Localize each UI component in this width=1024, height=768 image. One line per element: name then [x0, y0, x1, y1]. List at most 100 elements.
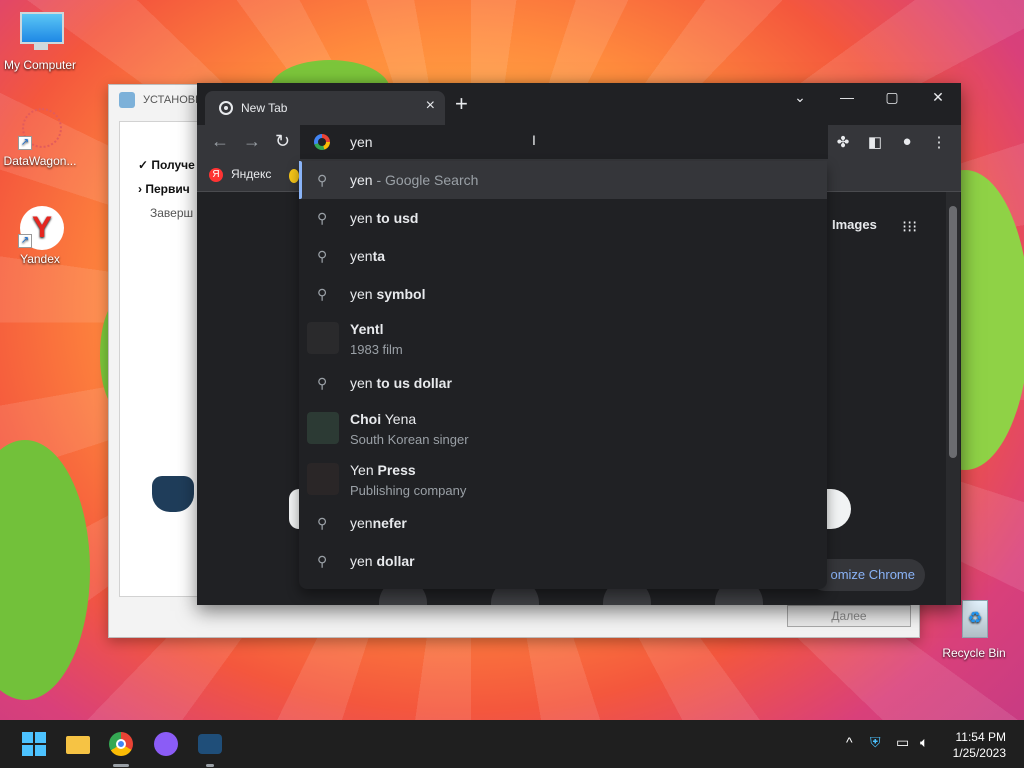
- suggestion-completion: Press: [377, 462, 416, 478]
- monitor-icon: [18, 10, 64, 54]
- omnibox-input[interactable]: yen: [350, 134, 373, 150]
- installer-step-label: Получе: [151, 158, 195, 172]
- entity-thumbnail: [307, 463, 339, 495]
- suggestion-item[interactable]: ⚲ yen - Google Search: [299, 161, 827, 199]
- desktop-icon-label: Yandex: [20, 252, 60, 266]
- suggestion-hint: - Google Search: [372, 172, 479, 188]
- suggestion-item-entity[interactable]: Yen Press Publishing company: [299, 454, 827, 504]
- network-icon[interactable]: ▭: [896, 734, 909, 751]
- suggestion-item[interactable]: ⚲ yen to usd: [299, 199, 827, 237]
- bookmark-yandex[interactable]: Я Яндекс: [209, 167, 271, 182]
- suggestion-text: yen: [350, 515, 373, 531]
- alice-assistant-icon[interactable]: [152, 730, 180, 758]
- next-button[interactable]: Далее: [787, 605, 911, 627]
- images-link[interactable]: Images: [832, 217, 877, 232]
- suggestion-completion: nefer: [372, 515, 407, 531]
- suggestion-item[interactable]: ⚲ yenta: [299, 237, 827, 275]
- suggestion-item-entity[interactable]: Choi Yena South Korean singer: [299, 403, 827, 453]
- installer-step-label: Заверш: [150, 206, 194, 220]
- suggestion-item[interactable]: ⚲ yen symbol: [299, 275, 827, 313]
- maximize-button[interactable]: ▢: [877, 89, 907, 106]
- show-hidden-icons-chevron-icon[interactable]: ^: [846, 734, 853, 750]
- new-tab-button[interactable]: +: [455, 93, 468, 115]
- chrome-favicon-icon: [219, 101, 233, 115]
- suggestion-text: yen: [350, 172, 373, 188]
- volume-icon[interactable]: 🔈︎: [920, 734, 928, 751]
- installer-step-label: Первич: [145, 182, 190, 196]
- omnibox-suggestions: ⚲ yen - Google Search ⚲ yen to usd ⚲ yen…: [299, 161, 827, 589]
- windows-start-icon[interactable]: [20, 730, 48, 758]
- desktop-icon-label: Recycle Bin: [942, 646, 1006, 660]
- reload-icon[interactable]: ↻: [275, 131, 290, 152]
- omnibox[interactable]: yen I: [300, 125, 828, 159]
- search-icon: ⚲: [317, 553, 328, 569]
- scrollbar[interactable]: [946, 192, 960, 605]
- search-icon: ⚲: [317, 375, 328, 391]
- suggestion-completion: dollar: [372, 553, 415, 569]
- searchbox-edge-left: [289, 489, 299, 529]
- suggestion-item[interactable]: ⚲ yen dollar: [299, 542, 827, 580]
- search-icon: ⚲: [317, 172, 328, 188]
- bookmark-label: Яндекс: [231, 167, 272, 181]
- suggestion-text: yen: [350, 248, 373, 264]
- installer-taskbar-icon[interactable]: [196, 730, 224, 767]
- suggestion-subtitle: 1983 film: [350, 342, 403, 357]
- suggestion-text: Yen: [350, 321, 375, 337]
- clock-time: 11:54 PM: [955, 730, 1006, 744]
- taskbar: ^ ⛨ ▭ 🔈︎ 11:54 PM 1/25/2023: [0, 720, 1024, 768]
- suggestion-subtitle: South Korean singer: [350, 432, 469, 447]
- minimize-button[interactable]: —: [832, 89, 862, 105]
- chrome-taskbar-icon[interactable]: [107, 730, 135, 767]
- close-window-button[interactable]: ✕: [923, 89, 953, 106]
- search-icon: ⚲: [317, 515, 328, 531]
- bear-logo-icon: [152, 476, 194, 512]
- suggestion-text: yen: [350, 375, 373, 391]
- profile-avatar-icon[interactable]: ●: [895, 133, 919, 150]
- suggestion-item[interactable]: ⚲ yen to us dollar: [299, 363, 827, 403]
- suggestion-item-entity[interactable]: Yentl 1983 film: [299, 313, 827, 363]
- suggestion-completion: tl: [374, 321, 384, 337]
- suggestion-text: yen: [350, 286, 373, 302]
- close-tab-icon[interactable]: ×: [426, 97, 435, 115]
- file-explorer-icon[interactable]: [64, 730, 92, 758]
- suggestion-completion: ta: [372, 248, 386, 264]
- desktop-icon-label: My Computer: [3, 58, 77, 72]
- desktop-icon-recycle-bin[interactable]: ♻ Recycle Bin: [934, 598, 1014, 660]
- installer-step-3: Заверш: [150, 206, 193, 220]
- suggestion-text: Yena: [381, 411, 417, 427]
- search-icon: ⚲: [317, 286, 328, 302]
- desktop-icon-my-computer[interactable]: My Computer: [0, 10, 80, 72]
- google-apps-grid-icon[interactable]: ⁝⁝⁝: [902, 217, 917, 237]
- bookmark-icon-partial[interactable]: [289, 169, 299, 183]
- shortcut-arrow-icon: ↗: [18, 234, 32, 248]
- suggestion-subtitle: Publishing company: [350, 483, 467, 498]
- clock-date: 1/25/2023: [952, 746, 1006, 760]
- suggestion-text: yen: [350, 210, 373, 226]
- search-icon: ⚲: [317, 248, 328, 264]
- side-panel-icon[interactable]: ◧: [863, 133, 887, 151]
- tab-search-chevron-icon[interactable]: ⌄: [785, 89, 815, 106]
- desktop-icon-yandex[interactable]: Y ↗ Yandex: [0, 204, 80, 266]
- desktop-icon-label: DataWagon...: [3, 154, 77, 168]
- menu-kebab-icon[interactable]: ⋮: [927, 133, 951, 151]
- forward-arrow-icon[interactable]: →: [243, 131, 261, 152]
- text-cursor-icon: I: [532, 132, 536, 148]
- tab-strip: New Tab × + ⌄ — ▢ ✕: [197, 83, 961, 125]
- installer-title: УСТАНОВК: [143, 94, 202, 106]
- yandex-icon: Y ↗: [18, 204, 64, 250]
- installer-step-2: › Первич: [138, 182, 190, 196]
- yandex-favicon-icon: Я: [209, 167, 223, 182]
- datawagon-icon: ↗: [18, 106, 62, 150]
- installer-step-1: ✓ Получе: [138, 158, 195, 172]
- tab-title: New Tab: [241, 101, 288, 115]
- security-shield-icon[interactable]: ⛨: [870, 734, 881, 751]
- desktop-icon-datawagon[interactable]: ↗ DataWagon...: [0, 106, 80, 168]
- system-clock[interactable]: 11:54 PM 1/25/2023: [953, 729, 1006, 761]
- shortcut-arrow-icon: ↗: [18, 136, 32, 150]
- suggestion-item[interactable]: ⚲ yennefer: [299, 504, 827, 542]
- scrollbar-thumb[interactable]: [949, 206, 957, 458]
- back-arrow-icon[interactable]: ←: [211, 131, 229, 152]
- tab-new-tab[interactable]: New Tab ×: [205, 91, 445, 125]
- extensions-puzzle-icon[interactable]: ✤: [831, 133, 855, 151]
- suggestion-completion: Choi: [350, 411, 382, 427]
